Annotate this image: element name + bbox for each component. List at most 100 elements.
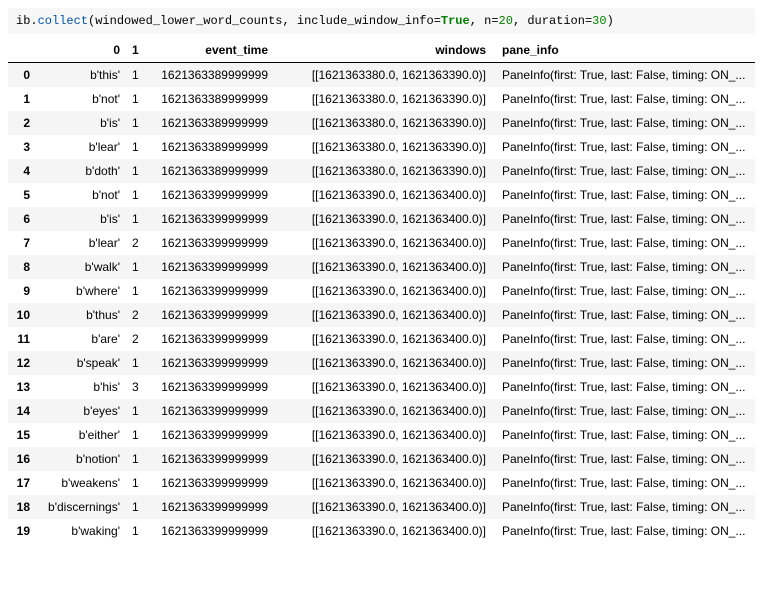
cell-word: b'notion' <box>36 447 126 471</box>
cell-count: 1 <box>126 279 144 303</box>
cell-pane-info: PaneInfo(first: True, last: False, timin… <box>492 327 755 351</box>
col-header-1: 1 <box>126 38 144 63</box>
table-row: 8b'walk'11621363399999999[[1621363390.0,… <box>8 255 755 279</box>
row-index: 10 <box>8 303 36 327</box>
cell-windows: [[1621363380.0, 1621363390.0)] <box>274 87 492 111</box>
row-index: 15 <box>8 423 36 447</box>
cell-windows: [[1621363390.0, 1621363400.0)] <box>274 231 492 255</box>
cell-windows: [[1621363390.0, 1621363400.0)] <box>274 255 492 279</box>
cell-event-time: 1621363399999999 <box>144 207 274 231</box>
cell-count: 1 <box>126 135 144 159</box>
cell-word: b'is' <box>36 111 126 135</box>
col-header-index <box>8 38 36 63</box>
col-header-pane-info: pane_info <box>492 38 755 63</box>
row-index: 12 <box>8 351 36 375</box>
cell-windows: [[1621363390.0, 1621363400.0)] <box>274 471 492 495</box>
code-true: True <box>441 14 470 28</box>
row-index: 1 <box>8 87 36 111</box>
row-index: 19 <box>8 519 36 543</box>
row-index: 11 <box>8 327 36 351</box>
cell-count: 1 <box>126 159 144 183</box>
cell-event-time: 1621363399999999 <box>144 447 274 471</box>
row-index: 8 <box>8 255 36 279</box>
row-index: 9 <box>8 279 36 303</box>
table-row: 19b'waking'11621363399999999[[1621363390… <box>8 519 755 543</box>
cell-windows: [[1621363390.0, 1621363400.0)] <box>274 375 492 399</box>
cell-word: b'is' <box>36 207 126 231</box>
cell-event-time: 1621363399999999 <box>144 399 274 423</box>
code-cell: ib.collect(windowed_lower_word_counts, i… <box>8 8 755 34</box>
cell-windows: [[1621363390.0, 1621363400.0)] <box>274 207 492 231</box>
code-num: 20 <box>499 14 513 28</box>
row-index: 17 <box>8 471 36 495</box>
row-index: 18 <box>8 495 36 519</box>
table-row: 3b'lear'11621363389999999[[1621363380.0,… <box>8 135 755 159</box>
table-row: 4b'doth'11621363389999999[[1621363380.0,… <box>8 159 755 183</box>
table-row: 16b'notion'11621363399999999[[1621363390… <box>8 447 755 471</box>
cell-event-time: 1621363399999999 <box>144 351 274 375</box>
cell-windows: [[1621363390.0, 1621363400.0)] <box>274 447 492 471</box>
table-row: 14b'eyes'11621363399999999[[1621363390.0… <box>8 399 755 423</box>
cell-word: b'thus' <box>36 303 126 327</box>
table-row: 0b'this'11621363389999999[[1621363380.0,… <box>8 63 755 88</box>
table-row: 6b'is'11621363399999999[[1621363390.0, 1… <box>8 207 755 231</box>
cell-word: b'discernings' <box>36 495 126 519</box>
cell-pane-info: PaneInfo(first: True, last: False, timin… <box>492 231 755 255</box>
cell-event-time: 1621363399999999 <box>144 519 274 543</box>
code-object: ib <box>16 14 30 28</box>
cell-count: 1 <box>126 183 144 207</box>
cell-word: b'are' <box>36 327 126 351</box>
table-row: 10b'thus'21621363399999999[[1621363390.0… <box>8 303 755 327</box>
cell-windows: [[1621363390.0, 1621363400.0)] <box>274 519 492 543</box>
cell-word: b'eyes' <box>36 399 126 423</box>
cell-event-time: 1621363399999999 <box>144 471 274 495</box>
cell-pane-info: PaneInfo(first: True, last: False, timin… <box>492 447 755 471</box>
cell-pane-info: PaneInfo(first: True, last: False, timin… <box>492 399 755 423</box>
row-index: 3 <box>8 135 36 159</box>
cell-event-time: 1621363389999999 <box>144 159 274 183</box>
cell-windows: [[1621363390.0, 1621363400.0)] <box>274 351 492 375</box>
cell-word: b'weakens' <box>36 471 126 495</box>
cell-event-time: 1621363399999999 <box>144 423 274 447</box>
cell-count: 1 <box>126 423 144 447</box>
col-header-event-time: event_time <box>144 38 274 63</box>
cell-event-time: 1621363389999999 <box>144 87 274 111</box>
cell-event-time: 1621363399999999 <box>144 327 274 351</box>
cell-pane-info: PaneInfo(first: True, last: False, timin… <box>492 63 755 88</box>
cell-windows: [[1621363390.0, 1621363400.0)] <box>274 327 492 351</box>
cell-windows: [[1621363390.0, 1621363400.0)] <box>274 399 492 423</box>
cell-pane-info: PaneInfo(first: True, last: False, timin… <box>492 303 755 327</box>
cell-windows: [[1621363380.0, 1621363390.0)] <box>274 111 492 135</box>
col-header-windows: windows <box>274 38 492 63</box>
table-row: 17b'weakens'11621363399999999[[162136339… <box>8 471 755 495</box>
table-row: 18b'discernings'11621363399999999[[16213… <box>8 495 755 519</box>
cell-word: b'doth' <box>36 159 126 183</box>
cell-pane-info: PaneInfo(first: True, last: False, timin… <box>492 495 755 519</box>
cell-windows: [[1621363380.0, 1621363390.0)] <box>274 159 492 183</box>
cell-count: 1 <box>126 519 144 543</box>
cell-event-time: 1621363389999999 <box>144 135 274 159</box>
cell-word: b'not' <box>36 183 126 207</box>
cell-count: 1 <box>126 495 144 519</box>
cell-count: 2 <box>126 327 144 351</box>
code-arg: windowed_lower_word_counts <box>95 14 282 28</box>
cell-pane-info: PaneInfo(first: True, last: False, timin… <box>492 255 755 279</box>
table-row: 5b'not'11621363399999999[[1621363390.0, … <box>8 183 755 207</box>
cell-pane-info: PaneInfo(first: True, last: False, timin… <box>492 351 755 375</box>
cell-word: b'his' <box>36 375 126 399</box>
cell-windows: [[1621363390.0, 1621363400.0)] <box>274 303 492 327</box>
cell-pane-info: PaneInfo(first: True, last: False, timin… <box>492 375 755 399</box>
cell-event-time: 1621363399999999 <box>144 231 274 255</box>
row-index: 14 <box>8 399 36 423</box>
row-index: 13 <box>8 375 36 399</box>
row-index: 5 <box>8 183 36 207</box>
cell-windows: [[1621363380.0, 1621363390.0)] <box>274 135 492 159</box>
cell-event-time: 1621363399999999 <box>144 375 274 399</box>
code-kwarg: include_window_info <box>297 14 434 28</box>
cell-pane-info: PaneInfo(first: True, last: False, timin… <box>492 279 755 303</box>
cell-pane-info: PaneInfo(first: True, last: False, timin… <box>492 423 755 447</box>
col-header-0: 0 <box>36 38 126 63</box>
cell-pane-info: PaneInfo(first: True, last: False, timin… <box>492 87 755 111</box>
table-header-row: 0 1 event_time windows pane_info <box>8 38 755 63</box>
cell-word: b'this' <box>36 63 126 88</box>
